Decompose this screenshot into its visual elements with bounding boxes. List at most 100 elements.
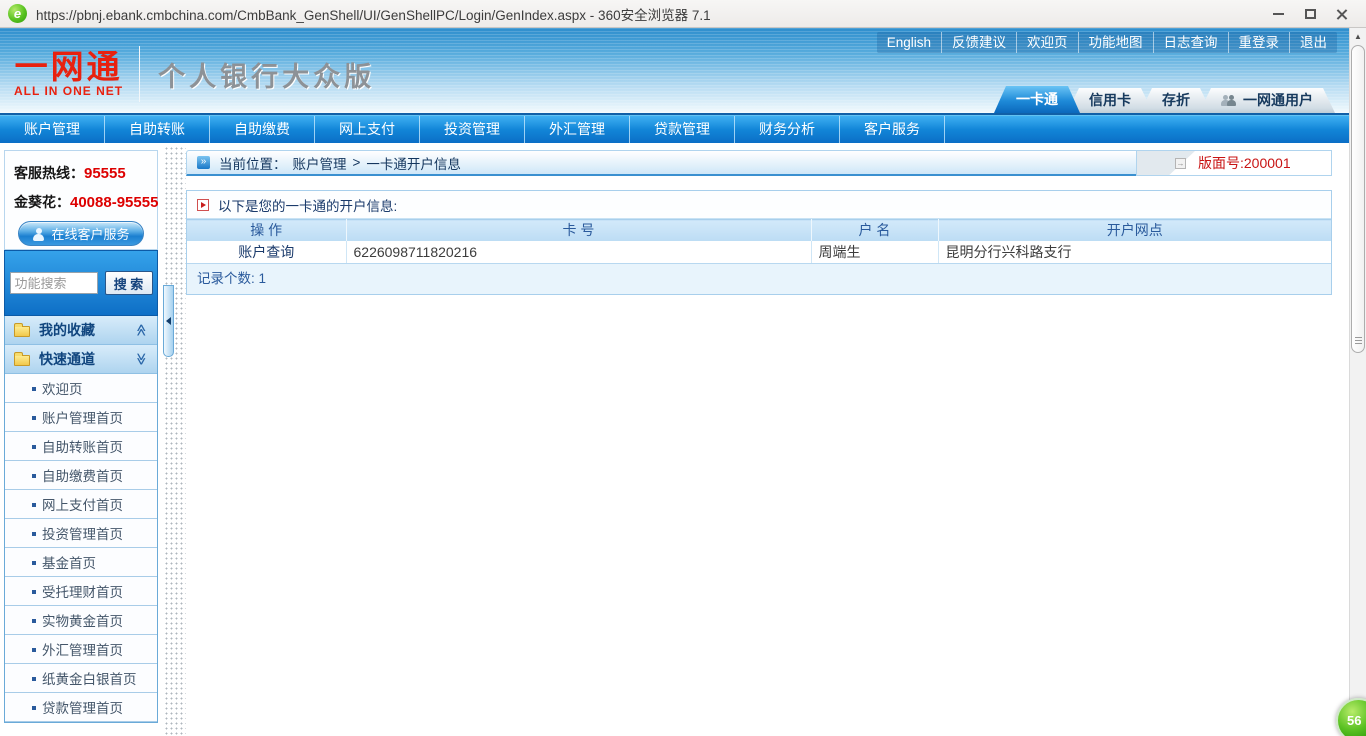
- page-number: 版面号:200001: [1198, 155, 1291, 171]
- page: English 反馈建议 欢迎页 功能地图 日志查询 重登录 退出 一网通 AL…: [0, 28, 1366, 736]
- nav-self-payment[interactable]: 自助缴费: [210, 116, 315, 143]
- sidebar-item-loan-home[interactable]: 贷款管理首页: [5, 693, 157, 722]
- account-info-panel: 以下是您的一卡通的开户信息: 操 作 卡 号 户 名 开户网点 账户查询 622…: [186, 190, 1332, 295]
- breadcrumb-separator: >: [352, 155, 361, 170]
- chevron-up-icon: ≪: [134, 323, 149, 337]
- search-button[interactable]: 搜 索: [104, 271, 153, 295]
- browser-title: https://pbnj.ebank.cmbchina.com/CmbBank_…: [36, 7, 711, 23]
- vip-number: 40088-95555: [70, 194, 159, 211]
- logo-divider: [139, 46, 141, 102]
- close-icon: [1336, 8, 1348, 20]
- nav-forex[interactable]: 外汇管理: [525, 116, 630, 143]
- breadcrumb-label: 当前位置：: [219, 156, 287, 172]
- section-quick-channel[interactable]: 快速通道 ≫: [5, 345, 157, 374]
- card-number-cell: 6226098711820216: [346, 240, 812, 264]
- account-table: 操 作 卡 号 户 名 开户网点 账户查询 6226098711820216 周…: [187, 219, 1331, 264]
- chevron-down-icon: ≫: [134, 352, 149, 366]
- section-my-favorites[interactable]: 我的收藏 ≪: [5, 316, 157, 345]
- nav-loan[interactable]: 贷款管理: [630, 116, 735, 143]
- main-content: » 当前位置： 账户管理 > 一卡通开户信息 → 版面号:200001 以下是您…: [186, 150, 1332, 295]
- product-title: 个人银行大众版: [158, 61, 376, 92]
- brand-name: 一网通: [14, 48, 123, 85]
- nav-investment[interactable]: 投资管理: [420, 116, 525, 143]
- person-icon: [32, 227, 45, 241]
- hotline-box: 客服热线：95555 金葵花：40088-95555 在线客户服务: [4, 150, 158, 250]
- breadcrumb-arrow-icon: »: [197, 156, 210, 169]
- nav-self-transfer[interactable]: 自助转账: [105, 116, 210, 143]
- brand-slogan: ALL IN ONE NET: [14, 84, 124, 98]
- branch-cell: 昆明分行兴科路支行: [938, 240, 1331, 264]
- panel-title: 以下是您的一卡通的开户信息:: [218, 198, 398, 214]
- panel-title-row: 以下是您的一卡通的开户信息:: [187, 191, 1331, 219]
- nav-customer-service[interactable]: 客户服务: [840, 116, 945, 143]
- users-icon: [1221, 95, 1237, 106]
- top-link-english[interactable]: English: [877, 32, 942, 53]
- online-service-button[interactable]: 在线客户服务: [18, 221, 144, 246]
- scroll-up-icon[interactable]: ▲: [1350, 28, 1366, 44]
- page-number-box: → 版面号:200001: [1136, 150, 1332, 176]
- minimize-icon: [1272, 12, 1284, 15]
- folder-icon: [14, 351, 30, 366]
- page-link-icon[interactable]: →: [1175, 157, 1186, 169]
- top-link-welcome[interactable]: 欢迎页: [1017, 32, 1079, 53]
- top-link-feedback[interactable]: 反馈建议: [942, 32, 1017, 53]
- work-area: 客服热线：95555 金葵花：40088-95555 在线客户服务 搜 索: [0, 143, 1349, 736]
- sidebar-item-wealth-home[interactable]: 受托理财首页: [5, 577, 157, 606]
- dotted-divider: [163, 145, 186, 735]
- sidebar-item-account-home[interactable]: 账户管理首页: [5, 403, 157, 432]
- close-button[interactable]: [1326, 4, 1358, 24]
- top-link-log-query[interactable]: 日志查询: [1154, 32, 1229, 53]
- vip-hotline-row: 金葵花：40088-95555: [14, 192, 158, 212]
- record-count: 记录个数: 1: [187, 264, 1331, 294]
- top-link-sitemap[interactable]: 功能地图: [1079, 32, 1154, 53]
- scrollbar-thumb[interactable]: [1351, 45, 1365, 353]
- sidebar-item-invest-home[interactable]: 投资管理首页: [5, 519, 157, 548]
- sidebar-item-welcome[interactable]: 欢迎页: [5, 374, 157, 403]
- breadcrumb: » 当前位置： 账户管理 > 一卡通开户信息 → 版面号:200001: [186, 150, 1332, 176]
- sidebar-collapse-handle[interactable]: [163, 285, 174, 357]
- maximize-button[interactable]: [1294, 4, 1326, 24]
- site-header: English 反馈建议 欢迎页 功能地图 日志查询 重登录 退出 一网通 AL…: [0, 28, 1349, 115]
- sidebar-item-gold-home[interactable]: 实物黄金首页: [5, 606, 157, 635]
- brand-logo: 一网通 ALL IN ONE NET: [14, 48, 124, 99]
- sidebar: 客服热线：95555 金葵花：40088-95555 在线客户服务 搜 索: [4, 150, 158, 723]
- sidebar-item-transfer-home[interactable]: 自助转账首页: [5, 432, 157, 461]
- tab-netuser[interactable]: 一网通用户: [1199, 88, 1335, 113]
- minimize-button[interactable]: [1262, 4, 1294, 24]
- sidebar-item-papergold-home[interactable]: 纸黄金白银首页: [5, 664, 157, 693]
- hotline-row: 客服热线：95555: [14, 163, 148, 183]
- function-search-box: 搜 索: [4, 250, 158, 316]
- hotline-label: 客服热线：: [14, 165, 84, 181]
- sidebar-item-onlinepay-home[interactable]: 网上支付首页: [5, 490, 157, 519]
- sidebar-item-forex-home[interactable]: 外汇管理首页: [5, 635, 157, 664]
- browser-titlebar: https://pbnj.ebank.cmbchina.com/CmbBank_…: [0, 0, 1366, 28]
- logo: 一网通 ALL IN ONE NET 个人银行大众版: [14, 46, 375, 102]
- nav-account-mgmt[interactable]: 账户管理: [0, 116, 105, 143]
- breadcrumb-path[interactable]: 账户管理: [293, 153, 347, 173]
- col-card-number: 卡 号: [346, 219, 812, 241]
- account-name-cell: 周端生: [811, 240, 939, 264]
- tab-credit-card[interactable]: 信用卡: [1067, 88, 1153, 113]
- sidebar-item-payment-home[interactable]: 自助缴费首页: [5, 461, 157, 490]
- sidebar-item-fund-home[interactable]: 基金首页: [5, 548, 157, 577]
- folder-icon: [14, 322, 30, 337]
- vip-label: 金葵花：: [14, 194, 70, 210]
- account-query-link[interactable]: 账户查询: [187, 240, 347, 264]
- nav-finance-analysis[interactable]: 财务分析: [735, 116, 840, 143]
- window-controls: [1262, 4, 1358, 24]
- browser-icon: [8, 4, 27, 23]
- col-operation: 操 作: [187, 219, 347, 241]
- account-tabs: 一卡通 信用卡 存折 一网通用户: [1007, 86, 1335, 113]
- maximize-icon: [1304, 8, 1316, 19]
- breadcrumb-current: 一卡通开户信息: [366, 156, 461, 172]
- top-links: English 反馈建议 欢迎页 功能地图 日志查询 重登录 退出: [876, 32, 1337, 53]
- top-link-relogin[interactable]: 重登录: [1229, 32, 1290, 53]
- nav-online-pay[interactable]: 网上支付: [315, 116, 420, 143]
- top-link-logout[interactable]: 退出: [1290, 32, 1337, 53]
- tab-yikatong[interactable]: 一卡通: [994, 86, 1080, 113]
- hotline-number: 95555: [84, 165, 126, 182]
- table-header-row: 操 作 卡 号 户 名 开户网点: [187, 219, 1331, 241]
- search-input[interactable]: [9, 272, 98, 294]
- vertical-scrollbar[interactable]: ▲: [1349, 28, 1366, 736]
- main-nav: 账户管理 自助转账 自助缴费 网上支付 投资管理 外汇管理 贷款管理 财务分析 …: [0, 115, 1349, 143]
